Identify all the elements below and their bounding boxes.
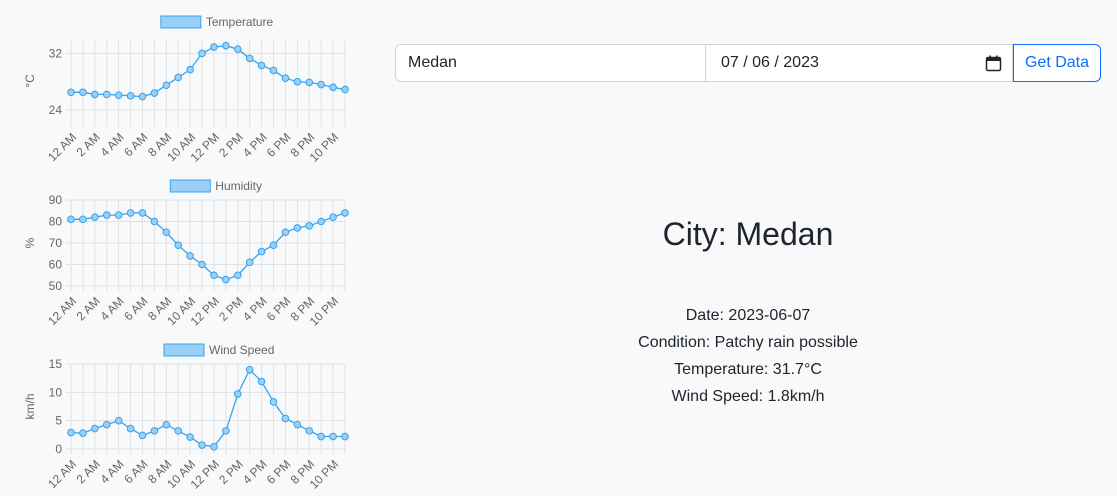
city-input[interactable] <box>395 44 705 82</box>
data-point <box>210 442 218 451</box>
data-point <box>79 429 87 437</box>
data-point <box>174 427 183 435</box>
calendar-icon[interactable] <box>985 55 1002 72</box>
legend-label: Wind Speed <box>209 343 274 357</box>
data-point <box>91 424 99 433</box>
city-title: City: Medan <box>662 216 834 252</box>
data-point <box>126 424 135 433</box>
data-point <box>305 427 314 435</box>
data-point <box>222 427 230 435</box>
data-point <box>186 433 194 441</box>
data-point <box>329 432 337 441</box>
data-point <box>114 416 123 425</box>
data-point <box>150 427 159 435</box>
get-data-button[interactable]: Get Data <box>1013 44 1101 82</box>
date-input[interactable]: 07 / 06 / 2023 <box>705 44 1013 82</box>
legend-swatch <box>163 343 205 357</box>
data-point <box>317 432 325 441</box>
wind-speed-chart: 05101512 AM2 AM4 AM6 AM8 AM10 AM12 PM2 P… <box>23 343 349 492</box>
y-tick-label: 15 <box>49 357 63 371</box>
x-tick-label: 4 AM <box>97 457 126 486</box>
x-tick-label: 2 PM <box>216 457 246 487</box>
y-axis-label: km/h <box>23 393 37 419</box>
date-line: Date: 2023-06-07 <box>685 307 811 324</box>
weather-summary: City: Medan Date: 2023-06-07 Condition: … <box>395 210 1101 410</box>
data-point <box>341 432 349 441</box>
x-tick-label: 4 PM <box>240 457 270 487</box>
data-point <box>245 365 254 374</box>
data-point <box>233 390 242 398</box>
search-bar: 07 / 06 / 2023 Get Data <box>395 44 1101 82</box>
weather-charts-panel: 24 32 12 AM 2 AM 4 AM 6 AM 8 AM 10 AM 12 PM 2 PM 4… <box>0 0 360 496</box>
data-point <box>198 441 206 449</box>
x-tick-label: 12 AM <box>45 457 79 491</box>
data-point <box>257 377 266 386</box>
data-point <box>162 420 171 429</box>
condition-line: Condition: Patchy rain possible <box>638 334 858 351</box>
data-point <box>67 428 75 437</box>
data-point <box>138 431 147 440</box>
temperature-line: Temperature: 31.7°C <box>674 361 822 378</box>
data-point <box>281 414 290 423</box>
data-point <box>102 420 111 429</box>
data-point <box>269 398 278 406</box>
x-tick-label: 2 AM <box>74 457 103 486</box>
date-value: 07 / 06 / 2023 <box>721 54 819 71</box>
wind-speed-line: Wind Speed: 1.8km/h <box>671 388 825 405</box>
y-tick-label: 5 <box>55 414 62 428</box>
y-tick-label: 10 <box>49 385 63 399</box>
y-tick-label: 0 <box>55 442 62 456</box>
x-tick-label: 6 PM <box>264 457 294 487</box>
data-point <box>293 420 302 429</box>
x-tick-label: 6 AM <box>121 457 150 486</box>
series-line <box>70 368 345 448</box>
